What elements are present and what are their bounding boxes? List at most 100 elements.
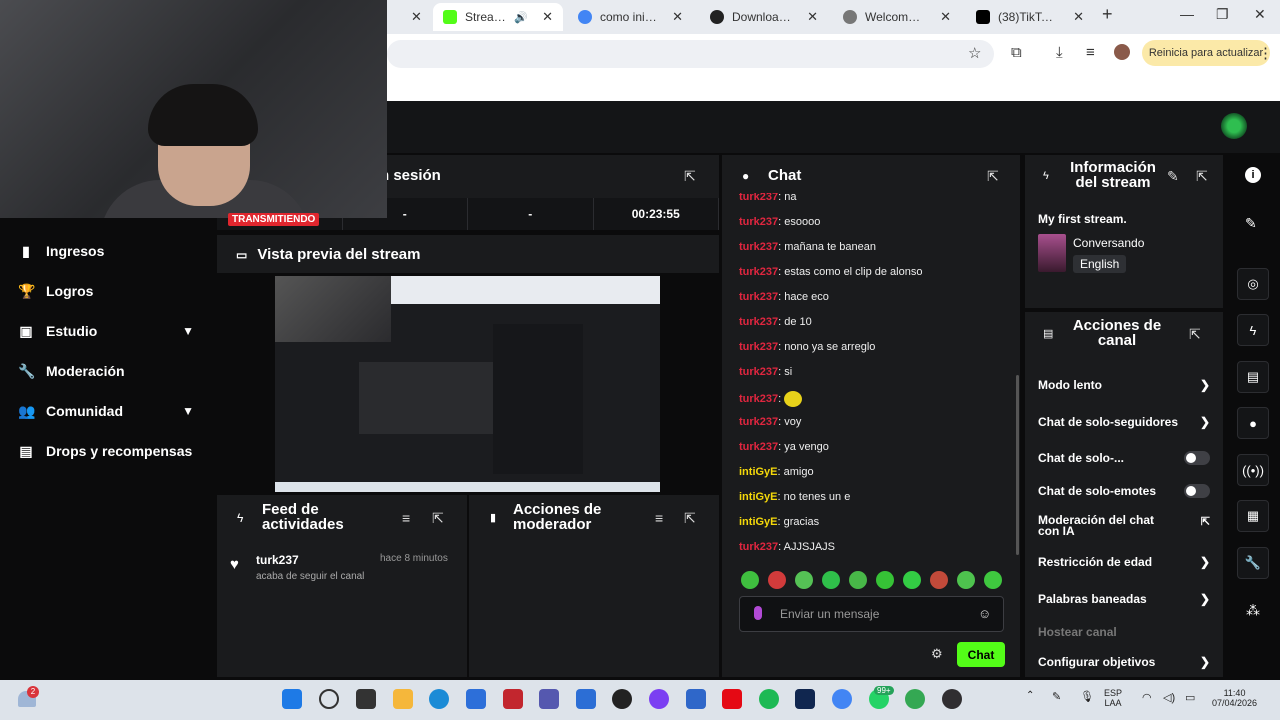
sidebar-item-estudio[interactable]: ▣ Estudio ▼ bbox=[18, 323, 198, 339]
action-restriccion-edad[interactable]: Restricción de edad ❯ bbox=[1038, 555, 1210, 569]
vpn-icon[interactable] bbox=[686, 689, 706, 709]
maximize-icon[interactable]: ❐ bbox=[1216, 6, 1229, 23]
filter-icon[interactable]: ≡ bbox=[655, 510, 663, 526]
chat-username[interactable]: turk237 bbox=[739, 541, 778, 553]
media-control-icon[interactable]: ≡ bbox=[1086, 44, 1095, 61]
emote-icon[interactable] bbox=[741, 571, 759, 589]
share-icon[interactable]: ⁂ bbox=[1246, 602, 1260, 619]
sidebar-item-comunidad[interactable]: 👥 Comunidad ▼ bbox=[18, 403, 198, 419]
action-palabras-baneadas[interactable]: Palabras baneadas ❯ bbox=[1038, 592, 1210, 606]
sidebar-item-drops[interactable]: ▤ Drops y recompensas bbox=[18, 443, 198, 459]
tab-google[interactable]: como iniciar un s ✕ bbox=[568, 3, 693, 31]
close-tab-icon[interactable]: ✕ bbox=[672, 9, 683, 25]
chat-username[interactable]: turk237 bbox=[739, 241, 778, 253]
chrome-icon[interactable] bbox=[832, 689, 852, 709]
chat-username[interactable]: turk237 bbox=[739, 291, 778, 303]
task-view-icon[interactable] bbox=[356, 689, 376, 709]
windows-start-icon[interactable] bbox=[282, 689, 302, 709]
close-tab-icon[interactable]: ✕ bbox=[411, 9, 422, 25]
edge-icon[interactable] bbox=[429, 689, 449, 709]
emote-icon[interactable] bbox=[957, 571, 975, 589]
emote-icon[interactable] bbox=[876, 571, 894, 589]
toggle-switch[interactable] bbox=[1184, 451, 1210, 465]
edit-icon[interactable]: ✎ bbox=[1245, 215, 1257, 232]
wrench-tool-button[interactable]: 🔧 bbox=[1237, 547, 1269, 579]
chat-send-button[interactable]: Chat bbox=[957, 642, 1005, 667]
close-window-icon[interactable]: ✕ bbox=[1254, 6, 1266, 23]
popout-icon[interactable]: ⇱ bbox=[1189, 326, 1201, 343]
tray-overflow-icon[interactable]: ⌃ bbox=[1026, 690, 1034, 701]
zoom-icon[interactable] bbox=[576, 689, 596, 709]
minimize-icon[interactable]: — bbox=[1180, 6, 1194, 22]
emote-icon[interactable] bbox=[795, 571, 813, 589]
mic-tray-icon[interactable]: 🎙 bbox=[1080, 690, 1094, 703]
emote-icon[interactable] bbox=[822, 571, 840, 589]
notes-tool-button[interactable]: ▤ bbox=[1237, 361, 1269, 393]
search-icon[interactable] bbox=[319, 689, 339, 709]
stream-preview-video[interactable] bbox=[275, 276, 660, 492]
mic-icon[interactable] bbox=[754, 606, 762, 620]
emote-icon[interactable] bbox=[903, 571, 921, 589]
action-modo-lento[interactable]: Modo lento ❯ bbox=[1038, 378, 1210, 392]
tab-partial[interactable]: AC ✕ bbox=[387, 3, 427, 31]
disney-icon[interactable] bbox=[795, 689, 815, 709]
emote-icon[interactable] bbox=[768, 571, 786, 589]
new-tab-button[interactable]: + bbox=[1102, 4, 1113, 25]
sidebar-item-logros[interactable]: 🏆 Logros bbox=[18, 283, 198, 299]
tab-download-obs[interactable]: Download | OBS ✕ bbox=[700, 3, 828, 31]
tab-welcome-obs[interactable]: Welcome | OBS ✕ bbox=[833, 3, 961, 31]
address-bar[interactable] bbox=[387, 40, 994, 68]
popout-icon[interactable]: ⇱ bbox=[684, 168, 696, 185]
mcafee-icon[interactable] bbox=[503, 689, 523, 709]
chat-username[interactable]: turk237 bbox=[739, 266, 778, 278]
action-solo-seguidores[interactable]: Chat de solo-seguidores ❯ bbox=[1038, 415, 1210, 429]
battery-icon[interactable]: ▭ bbox=[1185, 691, 1195, 704]
gear-icon[interactable]: ⚙ bbox=[931, 646, 943, 662]
chat-username[interactable]: turk237 bbox=[739, 416, 778, 428]
profile-avatar[interactable] bbox=[1114, 44, 1130, 60]
chatgpt-icon[interactable] bbox=[612, 689, 632, 709]
popout-icon[interactable]: ⇱ bbox=[684, 510, 696, 527]
spotify-icon[interactable] bbox=[759, 689, 779, 709]
action-moderacion-ia[interactable]: Moderación del chat con IA ⇱ bbox=[1038, 514, 1210, 537]
chat-username[interactable]: turk237 bbox=[739, 366, 778, 378]
toggle-switch[interactable] bbox=[1184, 484, 1210, 498]
chat-username[interactable]: intiGyE bbox=[739, 516, 778, 528]
obs-taskbar-icon[interactable] bbox=[942, 689, 962, 709]
sidebar-item-ingresos[interactable]: ▮ Ingresos bbox=[18, 243, 198, 259]
app-icon[interactable] bbox=[649, 689, 669, 709]
emoji-icon[interactable]: ☺ bbox=[978, 606, 991, 621]
audio-icon[interactable]: 🔊 bbox=[514, 11, 528, 24]
chat-username[interactable]: intiGyE bbox=[739, 491, 778, 503]
download-icon[interactable]: ⤓ bbox=[1056, 44, 1063, 61]
extensions-icon[interactable]: ⧉ bbox=[1011, 44, 1022, 61]
chat-tool-button[interactable]: ● bbox=[1237, 407, 1269, 439]
clock[interactable]: 11:40 07/04/2026 bbox=[1212, 688, 1257, 708]
language-indicator[interactable]: ESP LAA bbox=[1104, 688, 1122, 708]
channel-tool-button[interactable]: ▦ bbox=[1237, 500, 1269, 532]
chrome-profile-icon[interactable] bbox=[905, 689, 925, 709]
store-icon[interactable] bbox=[466, 689, 486, 709]
action-configurar-objetivos[interactable]: Configurar objetivos ❯ bbox=[1038, 655, 1210, 669]
chat-username[interactable]: turk237 bbox=[739, 341, 778, 353]
info-icon[interactable]: i bbox=[1245, 167, 1261, 183]
tab-tiktok[interactable]: (38)TikTok - Mak ✕ bbox=[966, 3, 1094, 31]
sidebar-item-moderacion[interactable]: 🔧 Moderación bbox=[18, 363, 198, 379]
close-tab-icon[interactable]: ✕ bbox=[1073, 9, 1084, 25]
chat-username[interactable]: turk237 bbox=[739, 193, 778, 203]
pen-icon[interactable]: ✎ bbox=[1052, 690, 1061, 703]
broadcast-tool-button[interactable]: ((•)) bbox=[1237, 454, 1269, 486]
emote-icon[interactable] bbox=[930, 571, 948, 589]
volume-icon[interactable]: ◁) bbox=[1163, 691, 1175, 704]
chat-username[interactable]: intiGyE bbox=[739, 466, 778, 478]
teams-icon[interactable] bbox=[539, 689, 559, 709]
camera-tool-button[interactable]: ◎ bbox=[1237, 268, 1269, 300]
popout-icon[interactable]: ⇱ bbox=[1196, 168, 1208, 185]
popout-icon[interactable]: ⇱ bbox=[432, 510, 444, 527]
emote-icon[interactable] bbox=[984, 571, 1002, 589]
filter-icon[interactable]: ≡ bbox=[402, 510, 410, 526]
file-explorer-icon[interactable] bbox=[393, 689, 413, 709]
close-tab-icon[interactable]: ✕ bbox=[940, 9, 951, 25]
emote-icon[interactable] bbox=[849, 571, 867, 589]
netflix-icon[interactable] bbox=[722, 689, 742, 709]
